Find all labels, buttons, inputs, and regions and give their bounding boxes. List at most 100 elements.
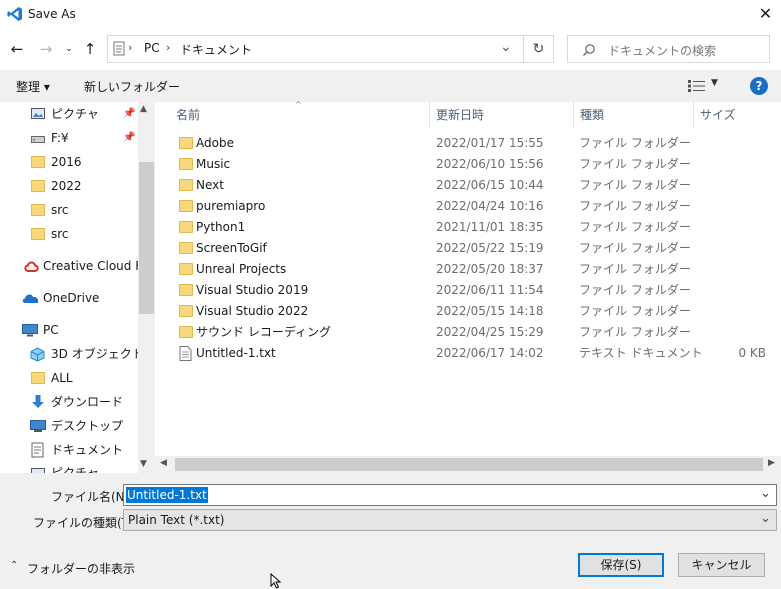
nav-pane-scroll-thumb[interactable] [139, 162, 154, 314]
sidebar-item-label: デスクトップ [51, 419, 124, 433]
column-divider[interactable] [693, 102, 694, 128]
pin-icon[interactable]: 📌 [123, 103, 135, 125]
breadcrumb-documents[interactable]: ドキュメント [180, 41, 252, 58]
address-dropdown-chevron-icon[interactable]: ⌄ [500, 39, 512, 55]
column-header-name[interactable]: 名前 [176, 104, 200, 126]
file-name: Visual Studio 2019 [196, 283, 309, 297]
search-icon [583, 44, 595, 56]
file-name: puremiapro [196, 199, 266, 213]
back-arrow-icon[interactable]: ← [7, 38, 27, 60]
breadcrumb-separator-icon: › [166, 41, 171, 54]
folder-icon [179, 242, 193, 254]
forward-arrow-icon[interactable]: → [36, 38, 56, 60]
organize-button[interactable]: 整理 ▾ [16, 78, 50, 95]
documents-icon [31, 442, 44, 458]
horizontal-scroll-thumb[interactable] [175, 458, 763, 471]
folder-icon [31, 204, 45, 216]
folder-icon [179, 284, 193, 296]
search-input[interactable]: ドキュメントの検索 [567, 35, 770, 63]
sidebar-item-label: ドキュメント [51, 443, 124, 457]
file-row[interactable]: Adobe 2022/01/17 15:55 ファイル フォルダー [155, 133, 781, 154]
filename-label: ファイル名(N): [51, 490, 134, 504]
file-name: Untitled-1.txt [196, 346, 276, 360]
sidebar-item-label: src [51, 227, 69, 241]
window-title: Save As [28, 7, 76, 21]
file-date: 2022/05/20 18:37 [436, 262, 544, 276]
file-row[interactable]: Next 2022/06/15 10:44 ファイル フォルダー [155, 175, 781, 196]
vscode-icon [7, 7, 22, 21]
column-header-date[interactable]: 更新日時 [436, 104, 484, 126]
filetype-select[interactable]: Plain Text (*.txt) [123, 509, 777, 531]
folder-icon [179, 158, 193, 170]
column-divider[interactable] [429, 102, 430, 128]
help-icon[interactable]: ? [750, 77, 768, 95]
file-name: ScreenToGif [196, 241, 267, 255]
column-header-size[interactable]: サイズ [700, 104, 736, 126]
file-name: Next [196, 178, 224, 192]
documents-location-icon [113, 41, 125, 56]
file-type: ファイル フォルダー [579, 283, 691, 297]
cancel-button[interactable]: キャンセル [678, 553, 765, 577]
filetype-dropdown-chevron-icon[interactable]: ⌄ [760, 511, 771, 526]
folder-icon [31, 156, 45, 168]
breadcrumb-pc[interactable]: PC [144, 41, 160, 55]
column-header-type[interactable]: 種類 [580, 104, 604, 126]
file-row[interactable]: puremiapro 2022/04/24 10:16 ファイル フォルダー [155, 196, 781, 217]
sort-ascending-icon: ^ [295, 100, 302, 109]
file-name: サウンド レコーディング [196, 325, 331, 339]
file-row[interactable]: Music 2022/06/10 15:56 ファイル フォルダー [155, 154, 781, 175]
file-size: 0 KB [738, 346, 766, 360]
file-row[interactable]: Unreal Projects 2022/05/20 18:37 ファイル フォ… [155, 259, 781, 280]
pc-icon [22, 324, 38, 337]
folder-icon [179, 200, 193, 212]
file-row[interactable]: Python1 2021/11/01 18:35 ファイル フォルダー [155, 217, 781, 238]
folder-icon [31, 372, 45, 384]
sidebar-item-label: PC [43, 323, 59, 337]
sidebar-item-label: ピクチャ [51, 107, 99, 121]
desktop-icon [30, 420, 46, 432]
file-date: 2022/05/22 15:19 [436, 241, 544, 255]
chevron-up-icon[interactable]: ⌃ [10, 560, 18, 571]
filename-value[interactable]: Untitled-1.txt [126, 487, 208, 503]
scroll-down-icon[interactable]: ▼ [140, 459, 147, 469]
3d-objects-icon [30, 347, 45, 362]
file-name: Unreal Projects [196, 262, 287, 276]
recent-locations-chevron-icon[interactable]: ⌄ [62, 38, 76, 60]
scroll-right-icon[interactable]: ▶ [768, 458, 775, 468]
view-options-icon[interactable] [688, 80, 706, 92]
filename-dropdown-chevron-icon[interactable]: ⌄ [760, 486, 771, 501]
file-type: ファイル フォルダー [579, 325, 691, 339]
sidebar-item-label: ALL [51, 371, 73, 385]
file-date: 2022/01/17 15:55 [436, 136, 544, 150]
pin-icon[interactable]: 📌 [123, 127, 135, 149]
address-bar[interactable]: › PC › ドキュメント ⌄ [107, 35, 524, 63]
file-row[interactable]: Untitled-1.txt 2022/06/17 14:02 テキスト ドキュ… [155, 343, 781, 364]
sidebar-item-label: 3D オブジェクト [51, 347, 144, 361]
file-name: Python1 [196, 220, 246, 234]
onedrive-icon [22, 294, 39, 303]
file-type: ファイル フォルダー [579, 136, 691, 150]
refresh-icon[interactable]: ↻ [524, 35, 554, 63]
sidebar-item-label: src [51, 203, 69, 217]
scroll-left-icon[interactable]: ◀ [160, 458, 167, 468]
filename-input[interactable] [123, 484, 777, 506]
view-options-dropdown-icon[interactable]: ▼ [711, 78, 718, 88]
up-arrow-icon[interactable]: ↑ [80, 38, 100, 60]
file-type: ファイル フォルダー [579, 241, 691, 255]
column-divider[interactable] [573, 102, 574, 128]
scroll-up-icon[interactable]: ▲ [140, 104, 147, 114]
file-row[interactable]: ScreenToGif 2022/05/22 15:19 ファイル フォルダー [155, 238, 781, 259]
title-bar [0, 0, 781, 30]
close-icon[interactable]: ✕ [750, 0, 781, 30]
pictures-icon [31, 108, 45, 119]
file-type: ファイル フォルダー [579, 262, 691, 276]
file-row[interactable]: Visual Studio 2019 2022/06/11 11:54 ファイル… [155, 280, 781, 301]
file-date: 2022/06/10 15:56 [436, 157, 544, 171]
new-folder-button[interactable]: 新しいフォルダー [84, 78, 180, 95]
mouse-cursor-icon [270, 573, 282, 589]
file-date: 2022/06/15 10:44 [436, 178, 544, 192]
hide-folders-button[interactable]: フォルダーの非表示 [27, 560, 135, 577]
file-row[interactable]: Visual Studio 2022 2022/05/15 14:18 ファイル… [155, 301, 781, 322]
save-button[interactable]: 保存(S) [578, 553, 664, 577]
file-row[interactable]: サウンド レコーディング 2022/04/25 15:29 ファイル フォルダー [155, 322, 781, 343]
